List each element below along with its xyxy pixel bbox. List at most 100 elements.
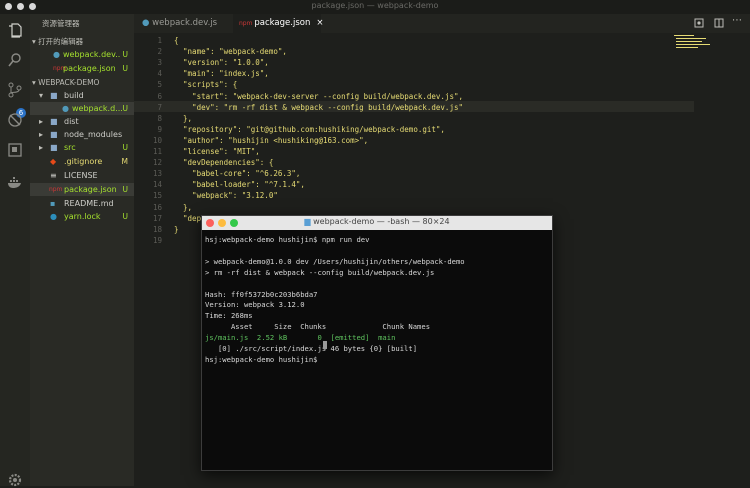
source-control-icon[interactable] bbox=[7, 82, 23, 98]
terminal-line: Asset Size Chunks Chunk Names bbox=[205, 322, 431, 332]
terminal-titlebar: ▆ webpack-demo — -bash — 80×24 bbox=[202, 216, 552, 230]
line-number: 8 bbox=[157, 113, 162, 123]
editor-tabs: ● webpack.dev.js npm package.json × ⋯ bbox=[134, 14, 750, 33]
activity-bar: 6 bbox=[0, 14, 30, 487]
terminal-line: > webpack-demo@1.0.0 dev /Users/hushijin… bbox=[205, 256, 465, 266]
terminal-cursor bbox=[323, 341, 327, 349]
line-number: 12 bbox=[152, 158, 162, 168]
code-line: "main": "index.js", bbox=[174, 69, 269, 79]
line-number: 1 bbox=[157, 36, 162, 45]
project-section[interactable]: ▾ WEBPACK-DEMO bbox=[32, 76, 136, 89]
terminal-line: Hash: ff0f5372b0c203b6bda7 bbox=[205, 289, 318, 299]
line-number: 16 bbox=[152, 202, 162, 212]
extensions-icon[interactable] bbox=[7, 142, 23, 158]
line-number: 5 bbox=[157, 80, 162, 90]
docker-icon[interactable] bbox=[7, 174, 23, 190]
line-number: 2 bbox=[157, 47, 162, 57]
tab-package-json[interactable]: npm package.json × bbox=[233, 14, 323, 33]
npm-icon: npm bbox=[49, 186, 63, 193]
chevron-down-icon: ▾ bbox=[39, 91, 44, 100]
line-number: 10 bbox=[152, 135, 162, 145]
folder-icon: ■ bbox=[50, 143, 58, 152]
line-number: 13 bbox=[152, 169, 162, 179]
chevron-right-icon: ▸ bbox=[39, 130, 44, 139]
code-line: "babel-loader": "^7.1.4", bbox=[174, 180, 305, 190]
terminal-line: [0] ./src/script/index.js 46 bytes {0} [… bbox=[205, 344, 418, 353]
line-number: 3 bbox=[157, 58, 162, 68]
explorer-sidebar: 资源管理器 ▾ 打开的编辑器 ● webpack.dev.. U npm packag… bbox=[30, 14, 134, 486]
terminal-line: js/main.js 2.52 kB 0 [emitted] main bbox=[205, 333, 396, 343]
open-editor-item[interactable]: ● webpack.dev.. U bbox=[30, 48, 134, 61]
terminal-line: > rm -rf dist & webpack --config build/w… bbox=[205, 267, 435, 277]
code-line: "author": "hushijin <hushiking@163.com>"… bbox=[174, 135, 369, 145]
terminal-line: Version: webpack 3.12.0 bbox=[205, 300, 305, 310]
split-editor-icon[interactable] bbox=[714, 18, 724, 28]
chevron-right-icon: ▸ bbox=[39, 143, 44, 152]
line-number: 7 bbox=[157, 102, 162, 112]
code-line: } bbox=[174, 224, 179, 234]
line-number: 11 bbox=[152, 147, 162, 156]
code-line: "babel-core": "^6.26.3", bbox=[174, 169, 301, 179]
open-changes-icon[interactable] bbox=[694, 18, 704, 28]
yarn-icon: ● bbox=[50, 212, 57, 221]
tree-item[interactable]: ◆ .gitignore M bbox=[30, 155, 134, 168]
folder-icon: ■ bbox=[50, 91, 58, 100]
code-line: "repository": "git@github.com:hushiking/… bbox=[174, 124, 445, 134]
tree-item[interactable]: ▪ README.md bbox=[30, 197, 134, 210]
files-icon[interactable] bbox=[7, 22, 23, 38]
tab-webpack-dev-js[interactable]: ● webpack.dev.js bbox=[142, 14, 232, 33]
git-icon: ◆ bbox=[50, 157, 57, 166]
tree-item[interactable]: ▸ ■ src U bbox=[30, 141, 134, 154]
line-number: 18 bbox=[152, 224, 162, 234]
tree-item[interactable]: ≡ LICENSE bbox=[30, 169, 134, 182]
line-number: 9 bbox=[157, 124, 162, 134]
line-number: 6 bbox=[157, 91, 162, 101]
terminal-line: Time: 268ms bbox=[205, 311, 253, 321]
license-icon: ≡ bbox=[50, 171, 57, 180]
line-number: 15 bbox=[152, 191, 162, 201]
terminal-title: webpack-demo — -bash — 80×24 bbox=[313, 217, 450, 226]
line-number: 19 bbox=[152, 235, 162, 245]
file-icon: ● bbox=[53, 50, 60, 59]
code-line: "dev": "rm -rf dist & webpack --config b… bbox=[174, 102, 463, 112]
terminal-window[interactable]: ▆ webpack-demo — -bash — 80×24 hsj:webpa… bbox=[201, 215, 553, 471]
code-line: "license": "MIT", bbox=[174, 147, 260, 156]
more-actions-icon[interactable]: ⋯ bbox=[732, 15, 742, 26]
tree-item[interactable]: ● yarn.lock U bbox=[30, 210, 134, 223]
minimap[interactable] bbox=[674, 35, 716, 51]
chevron-right-icon: ▸ bbox=[39, 117, 44, 126]
tree-item[interactable]: ● webpack.d... U bbox=[30, 102, 134, 115]
line-number: 4 bbox=[157, 69, 162, 79]
tree-item[interactable]: ▸ ■ node_modules bbox=[30, 128, 134, 141]
window-title: package.json — webpack-demo bbox=[311, 1, 439, 10]
folder-icon: ■ bbox=[50, 117, 58, 126]
file-icon: ● bbox=[62, 104, 69, 113]
npm-icon: npm bbox=[239, 20, 255, 27]
terminal-line: hsj:webpack-demo hushijin$ npm run dev bbox=[205, 235, 370, 244]
code-line: "scripts": { bbox=[174, 80, 238, 90]
code-line: }, bbox=[174, 202, 193, 212]
code-line: "start": "webpack-dev-server --config bu… bbox=[174, 91, 463, 101]
debug-icon[interactable] bbox=[7, 112, 23, 128]
code-line: "name": "webpack-demo", bbox=[174, 47, 287, 57]
window-titlebar: package.json — webpack-demo bbox=[0, 0, 750, 14]
line-number: 17 bbox=[152, 213, 162, 223]
open-editor-item[interactable]: npm package.json U bbox=[30, 62, 134, 75]
line-number: 14 bbox=[152, 180, 162, 190]
explorer-title: 资源管理器 bbox=[42, 19, 80, 28]
terminal-line: hsj:webpack-demo hushijin$ bbox=[205, 354, 322, 364]
code-line: }, bbox=[174, 113, 193, 123]
tree-item[interactable]: ▾ ■ build bbox=[30, 89, 134, 102]
close-tab-icon[interactable]: × bbox=[316, 18, 323, 28]
code-line: "webpack": "3.12.0" bbox=[174, 191, 278, 201]
markdown-icon: ▪ bbox=[50, 199, 56, 208]
code-line: { bbox=[174, 36, 179, 45]
open-editors-section[interactable]: ▾ 打开的编辑器 bbox=[32, 35, 136, 48]
code-line: "version": "1.0.0", bbox=[174, 58, 269, 68]
file-icon: ● bbox=[142, 18, 153, 28]
tree-item[interactable]: ▸ ■ dist bbox=[30, 115, 134, 128]
code-line: "devDependencies": { bbox=[174, 158, 274, 168]
search-icon[interactable] bbox=[7, 52, 23, 68]
tree-item[interactable]: npm package.json U bbox=[30, 183, 134, 196]
folder-icon: ▆ bbox=[304, 217, 314, 226]
